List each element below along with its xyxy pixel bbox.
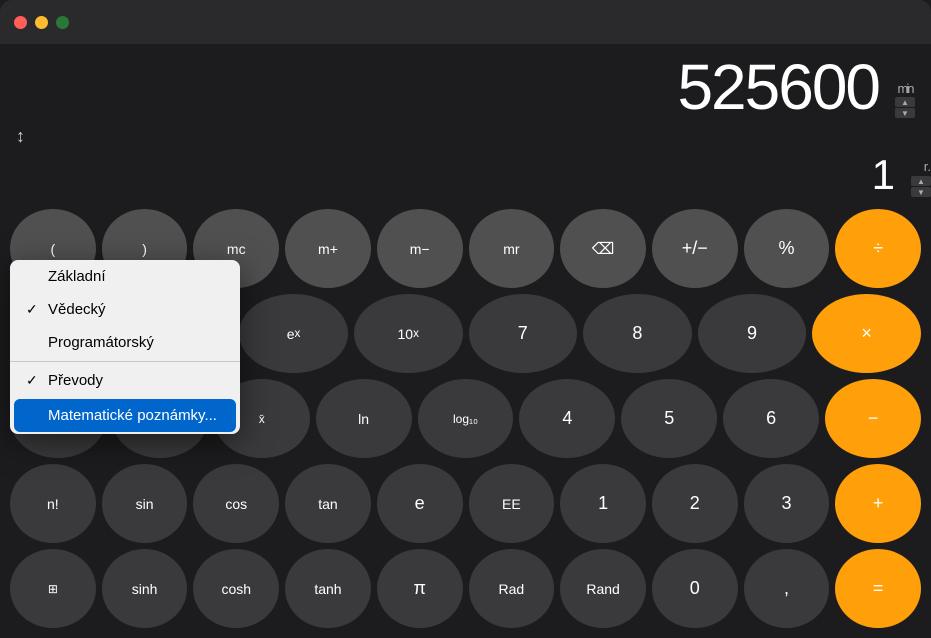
7-button[interactable]: 7 bbox=[469, 294, 578, 373]
menu-conversions-label: Převody bbox=[48, 372, 103, 389]
dropdown-menu[interactable]: Základní ✓ Vědecký Programátorský ✓ Přev… bbox=[10, 260, 240, 434]
secondary-unit: r. bbox=[924, 159, 931, 174]
menu-item-conversions[interactable]: ✓ Převody bbox=[10, 364, 240, 397]
5-button[interactable]: 5 bbox=[621, 379, 717, 458]
4-button[interactable]: 4 bbox=[519, 379, 615, 458]
secondary-unit-down-button[interactable]: ▼ bbox=[911, 187, 931, 197]
menu-divider bbox=[10, 361, 240, 362]
sort-icon-row[interactable]: ↕ bbox=[0, 122, 931, 151]
backspace-button[interactable]: ⌫ bbox=[560, 209, 646, 288]
minimize-button[interactable] bbox=[35, 16, 48, 29]
ee-button[interactable]: EE bbox=[469, 464, 555, 543]
secondary-stepper[interactable]: ▲ ▼ bbox=[911, 176, 931, 197]
6-button[interactable]: 6 bbox=[723, 379, 819, 458]
button-row-4: n! sin cos tan e EE 1 2 3 + bbox=[10, 464, 921, 543]
unit-label: min bbox=[898, 82, 913, 95]
main-display: 525600 min ▲ ▼ bbox=[16, 52, 915, 122]
pi-button[interactable]: π bbox=[377, 549, 463, 628]
check-scientific: ✓ bbox=[26, 301, 42, 318]
unit-down-button[interactable]: ▼ bbox=[895, 108, 915, 118]
main-value: 525600 bbox=[677, 51, 879, 123]
tan-button[interactable]: tan bbox=[285, 464, 371, 543]
unit-up-button[interactable]: ▲ bbox=[895, 97, 915, 107]
menu-item-programmer[interactable]: Programátorský bbox=[10, 326, 240, 359]
title-bar bbox=[0, 0, 931, 44]
display-area: 525600 min ▲ ▼ bbox=[0, 44, 931, 122]
menu-button[interactable]: ⊞ bbox=[10, 549, 96, 628]
button-row-5: ⊞ sinh cosh tanh π Rad Rand 0 , = bbox=[10, 549, 921, 628]
minus-button[interactable]: − bbox=[825, 379, 921, 458]
menu-item-scientific[interactable]: ✓ Vědecký bbox=[10, 293, 240, 326]
unit-selector[interactable]: min ▲ ▼ bbox=[895, 82, 915, 118]
check-conversions: ✓ bbox=[26, 372, 42, 389]
close-button[interactable] bbox=[14, 16, 27, 29]
mminus-button[interactable]: m− bbox=[377, 209, 463, 288]
sign-button[interactable]: +/− bbox=[652, 209, 738, 288]
comma-button[interactable]: , bbox=[744, 549, 830, 628]
unit-stepper[interactable]: ▲ ▼ bbox=[895, 97, 915, 118]
menu-programmer-label: Programátorský bbox=[48, 334, 154, 351]
calculator-window: 525600 min ▲ ▼ ↕ 1 r. ▲ ▼ ( bbox=[0, 0, 931, 638]
ln-button[interactable]: ln bbox=[316, 379, 412, 458]
secondary-unit-up-button[interactable]: ▲ bbox=[911, 176, 931, 186]
cosh-button[interactable]: cosh bbox=[193, 549, 279, 628]
menu-item-math-notes[interactable]: Matematické poznámky... bbox=[14, 399, 236, 432]
0-button[interactable]: 0 bbox=[652, 549, 738, 628]
tanh-button[interactable]: tanh bbox=[285, 549, 371, 628]
3-button[interactable]: 3 bbox=[744, 464, 830, 543]
sort-icon[interactable]: ↕ bbox=[16, 126, 25, 146]
secondary-value: 1 bbox=[872, 151, 895, 198]
sin-button[interactable]: sin bbox=[102, 464, 188, 543]
9-button[interactable]: 9 bbox=[698, 294, 807, 373]
mr-button[interactable]: mr bbox=[469, 209, 555, 288]
rad-button[interactable]: Rad bbox=[469, 549, 555, 628]
multiply-button[interactable]: × bbox=[812, 294, 921, 373]
menu-scientific-label: Vědecký bbox=[48, 301, 106, 318]
log10-button[interactable]: log₁₀ bbox=[418, 379, 514, 458]
8-button[interactable]: 8 bbox=[583, 294, 692, 373]
backspace-icon: ⌫ bbox=[592, 239, 615, 259]
cos-button[interactable]: cos bbox=[193, 464, 279, 543]
factorial-button[interactable]: n! bbox=[10, 464, 96, 543]
maximize-button[interactable] bbox=[56, 16, 69, 29]
divide-button[interactable]: ÷ bbox=[835, 209, 921, 288]
ex-button[interactable]: ex bbox=[239, 294, 348, 373]
10x-button[interactable]: 10x bbox=[354, 294, 463, 373]
rand-button[interactable]: Rand bbox=[560, 549, 646, 628]
mplus-button[interactable]: m+ bbox=[285, 209, 371, 288]
menu-item-basic[interactable]: Základní bbox=[10, 260, 240, 293]
plus-button[interactable]: + bbox=[835, 464, 921, 543]
1-button[interactable]: 1 bbox=[560, 464, 646, 543]
2-button[interactable]: 2 bbox=[652, 464, 738, 543]
e-button[interactable]: e bbox=[377, 464, 463, 543]
menu-math-notes-label: Matematické poznámky... bbox=[48, 407, 217, 424]
menu-basic-label: Základní bbox=[48, 268, 106, 285]
percent-button[interactable]: % bbox=[744, 209, 830, 288]
secondary-display-row: 1 r. ▲ ▼ bbox=[0, 151, 931, 203]
traffic-lights bbox=[14, 16, 69, 29]
equals-button[interactable]: = bbox=[835, 549, 921, 628]
sinh-button[interactable]: sinh bbox=[102, 549, 188, 628]
